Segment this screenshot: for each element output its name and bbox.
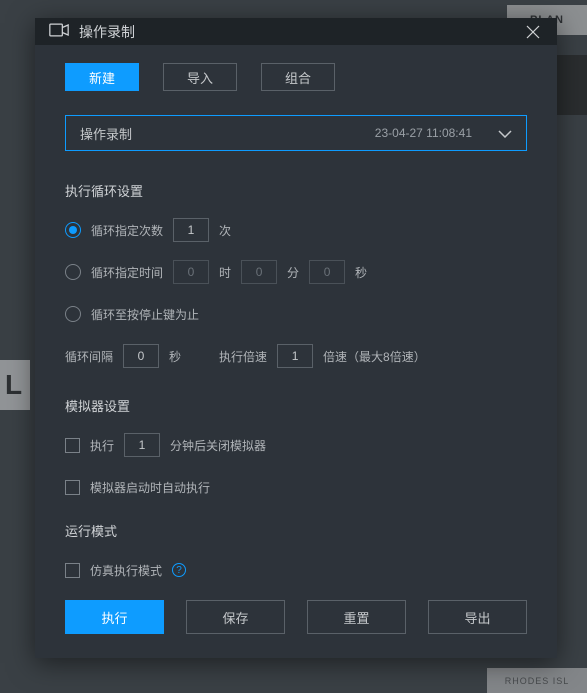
loop-count-label: 循环指定次数	[91, 222, 163, 239]
export-button[interactable]: 导出	[428, 600, 527, 634]
tab-combine[interactable]: 组合	[261, 63, 335, 91]
loop-stopkey-label: 循环至按停止键为止	[91, 306, 199, 323]
close-emulator-pre: 执行	[90, 437, 114, 454]
close-button[interactable]	[523, 22, 543, 42]
loop-section-title: 执行循环设置	[65, 181, 527, 200]
tab-new[interactable]: 新建	[65, 63, 139, 91]
loop-mins-input[interactable]	[241, 260, 277, 284]
loop-hours-input[interactable]	[173, 260, 209, 284]
help-icon[interactable]: ?	[172, 563, 186, 577]
recording-select-label: 操作录制	[80, 124, 132, 143]
loop-count-input[interactable]	[173, 218, 209, 242]
save-button[interactable]: 保存	[186, 600, 285, 634]
recording-select[interactable]: 操作录制 23-04-27 11:08:41	[65, 115, 527, 151]
close-emulator-post: 分钟后关闭模拟器	[170, 437, 266, 454]
checkbox-sim-mode[interactable]	[65, 563, 80, 578]
autorun-label: 模拟器启动时自动执行	[90, 479, 210, 496]
radio-loop-count[interactable]	[65, 222, 81, 238]
radio-loop-time[interactable]	[65, 264, 81, 280]
sim-mode-label: 仿真执行模式	[90, 562, 162, 579]
modal-title: 操作录制	[79, 22, 135, 42]
reset-button[interactable]: 重置	[307, 600, 406, 634]
loop-interval-label: 循环间隔	[65, 348, 113, 365]
tab-row: 新建 导入 组合	[65, 63, 527, 91]
recording-select-timestamp: 23-04-27 11:08:41	[132, 126, 512, 140]
speed-label: 执行倍速	[219, 348, 267, 365]
hours-unit: 时	[219, 264, 231, 281]
radio-loop-stopkey[interactable]	[65, 306, 81, 322]
background-letter: L	[0, 360, 30, 410]
footer: 执行 保存 重置 导出	[35, 600, 557, 658]
loop-time-label: 循环指定时间	[91, 264, 163, 281]
secs-unit: 秒	[355, 264, 367, 281]
checkbox-autorun[interactable]	[65, 480, 80, 495]
loop-secs-input[interactable]	[309, 260, 345, 284]
speed-input[interactable]	[277, 344, 313, 368]
mode-section-title: 运行模式	[65, 521, 527, 540]
emulator-section-title: 模拟器设置	[65, 396, 527, 415]
tab-import[interactable]: 导入	[163, 63, 237, 91]
background-label: RHODES ISL	[487, 668, 587, 693]
checkbox-close-emulator[interactable]	[65, 438, 80, 453]
recording-modal: 操作录制 新建 导入 组合 操作录制 23-04-27 11:08:41 执行循…	[35, 18, 557, 658]
camcorder-icon	[49, 23, 69, 40]
mins-unit: 分	[287, 264, 299, 281]
loop-interval-unit: 秒	[169, 348, 181, 365]
loop-count-unit: 次	[219, 222, 231, 239]
speed-hint: 倍速（最大8倍速）	[323, 348, 426, 365]
loop-interval-input[interactable]	[123, 344, 159, 368]
run-button[interactable]: 执行	[65, 600, 164, 634]
titlebar: 操作录制	[35, 18, 557, 45]
background-strip	[552, 55, 587, 115]
chevron-down-icon	[498, 126, 512, 141]
close-emulator-minutes[interactable]	[124, 433, 160, 457]
